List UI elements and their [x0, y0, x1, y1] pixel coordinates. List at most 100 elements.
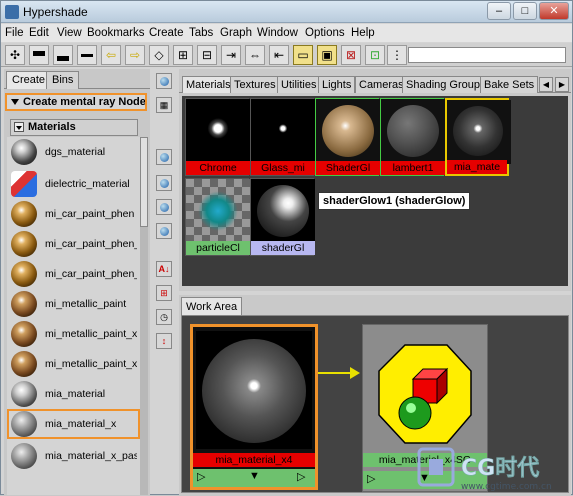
material-swatch-shaderglow2[interactable]: shaderGl — [250, 178, 315, 256]
material-node[interactable]: mia_material_x4 ▷ ▼ ▷ — [190, 324, 318, 490]
close-button[interactable]: ✕ — [539, 2, 569, 20]
expand-arrow-icon[interactable]: ▼ — [249, 470, 260, 482]
pin-icon[interactable]: ✣ — [5, 45, 25, 65]
swatch-grid: Chrome Glass_mi ShaderGl lambert1 mia_ma… — [182, 96, 568, 286]
menu-edit[interactable]: Edit — [29, 27, 49, 39]
list-item[interactable]: dielectric_material — [7, 169, 140, 199]
hierarchy-icon[interactable]: ⋮ — [387, 45, 407, 65]
output-connections-icon[interactable]: ⇤ — [269, 45, 289, 65]
swatch-label: Glass_mi — [251, 161, 315, 175]
material-swatch — [11, 381, 37, 407]
output-icon[interactable]: ▷ — [297, 470, 305, 483]
create-node-dropdown[interactable]: Create mental ray Nodes — [5, 93, 147, 111]
sphere-icon[interactable] — [156, 149, 172, 165]
list-item[interactable]: mia_material — [7, 379, 140, 409]
materials-section-header[interactable]: Materials — [10, 119, 138, 136]
hypershade-window: Hypershade – □ ✕ File Edit View Bookmark… — [0, 0, 573, 495]
graph-network-icon[interactable]: ⊟ — [197, 45, 217, 65]
sort-by-type-icon[interactable]: ⊞ — [156, 285, 172, 301]
app-icon — [5, 5, 19, 19]
swatch-label: lambert1 — [381, 161, 445, 175]
menu-create[interactable]: Create — [149, 27, 184, 39]
menu-bookmarks[interactable]: Bookmarks — [87, 27, 145, 39]
sphere-icon[interactable] — [156, 175, 172, 191]
list-item[interactable]: mi_metallic_paint_x_ — [7, 349, 140, 379]
material-swatch — [11, 351, 37, 377]
sphere-icon[interactable] — [156, 73, 172, 89]
arrow-left-icon[interactable]: ⇦ — [101, 45, 121, 65]
minimize-button[interactable]: – — [487, 2, 511, 20]
list-item[interactable]: mia_material_x_pass — [7, 441, 140, 471]
play-icon[interactable]: ▷ — [367, 472, 375, 485]
tab-cameras[interactable]: Cameras — [355, 76, 408, 93]
material-swatch — [11, 261, 37, 287]
list-item[interactable]: mi_metallic_paint_x — [7, 319, 140, 349]
window-title: Hypershade — [23, 5, 88, 19]
sort-by-name-icon[interactable]: A↓ — [156, 261, 172, 277]
material-swatch-glass[interactable]: Glass_mi — [250, 98, 315, 176]
tab-shading-groups[interactable]: Shading Groups — [402, 76, 490, 93]
tab-scroll-right-icon[interactable]: ▶ — [555, 77, 569, 92]
tab-bake-sets[interactable]: Bake Sets — [480, 76, 539, 93]
menu-window[interactable]: Window — [257, 27, 298, 39]
menu-graph[interactable]: Graph — [220, 27, 252, 39]
menu-file[interactable]: File — [5, 27, 24, 39]
material-swatch-shaderglow[interactable]: ShaderGl — [315, 98, 380, 176]
scrollbar-thumb[interactable] — [140, 137, 148, 227]
material-label: dielectric_material — [45, 178, 130, 190]
material-swatch-particlecloud[interactable]: particleCl — [185, 178, 250, 256]
swatch-medium-icon[interactable]: ▣ — [317, 45, 337, 65]
rearrange-graph-icon[interactable]: ⊡ — [365, 45, 385, 65]
material-label: mia_material_x — [45, 418, 117, 430]
menu-help[interactable]: Help — [351, 27, 375, 39]
layout-top-icon[interactable] — [29, 45, 49, 65]
play-icon[interactable]: ▷ — [197, 470, 205, 483]
layout-split-icon[interactable] — [77, 45, 97, 65]
list-item[interactable]: mi_car_paint_phen_ — [7, 259, 140, 289]
graph-icon[interactable]: ⊞ — [173, 45, 193, 65]
swatch-label: mia_mate — [447, 160, 507, 174]
collapse-toggle-icon[interactable] — [14, 122, 24, 133]
watermark-logo: CG时代 www.cgtime.com.cn — [415, 443, 573, 493]
layout-bottom-icon[interactable] — [53, 45, 73, 65]
tab-work-area[interactable]: Work Area — [181, 297, 243, 315]
material-swatch-mia[interactable]: mia_mate — [445, 98, 511, 176]
menu-options[interactable]: Options — [305, 27, 345, 39]
swatch-preview — [381, 99, 445, 163]
sphere-icon[interactable] — [156, 223, 172, 239]
menu-view[interactable]: View — [57, 27, 82, 39]
title-bar: Hypershade – □ ✕ — [1, 1, 572, 23]
tab-lights[interactable]: Lights — [318, 76, 356, 93]
material-swatch-chrome[interactable]: Chrome — [185, 98, 250, 176]
swatch-small-icon[interactable]: ▭ — [293, 45, 313, 65]
materials-scrollbar[interactable] — [140, 137, 148, 495]
tab-materials[interactable]: Materials — [182, 76, 235, 93]
arrow-right-icon[interactable]: ⇨ — [125, 45, 145, 65]
grid-view-icon[interactable]: ▦ — [156, 97, 172, 113]
node-controls[interactable]: ▷ ▼ ▷ — [193, 469, 315, 487]
search-input[interactable] — [408, 47, 566, 63]
tab-utilities[interactable]: Utilities — [277, 76, 321, 93]
menu-tabs[interactable]: Tabs — [189, 27, 213, 39]
maximize-button[interactable]: □ — [513, 2, 537, 20]
sort-by-time-icon[interactable]: ◷ — [156, 309, 172, 325]
list-item[interactable]: mi_car_paint_phen_ — [7, 229, 140, 259]
eraser-icon[interactable]: ◇ — [149, 45, 169, 65]
list-item[interactable]: mi_metallic_paint — [7, 289, 140, 319]
swatch-label: ShaderGl — [316, 161, 380, 175]
list-item-selected[interactable]: mia_material_x — [7, 409, 140, 439]
io-connections-icon[interactable]: ⇔ — [245, 45, 265, 65]
list-item[interactable]: mi_car_paint_phen — [7, 199, 140, 229]
tab-bins[interactable]: Bins — [46, 71, 80, 89]
swatch-label: Chrome — [186, 161, 250, 175]
tab-scroll-left-icon[interactable]: ◀ — [539, 77, 553, 92]
sort-reverse-icon[interactable]: ↕ — [156, 333, 172, 349]
tab-textures[interactable]: Textures — [230, 76, 280, 93]
material-swatch-lambert1[interactable]: lambert1 — [380, 98, 445, 176]
node-label: mia_material_x4 — [193, 453, 315, 467]
list-item[interactable]: dgs_material — [7, 137, 140, 167]
tab-create[interactable]: Create — [6, 71, 52, 89]
input-connections-icon[interactable]: ⇥ — [221, 45, 241, 65]
clear-graph-icon[interactable]: ⊠ — [341, 45, 361, 65]
sphere-icon[interactable] — [156, 199, 172, 215]
